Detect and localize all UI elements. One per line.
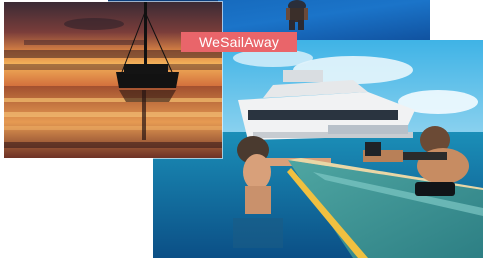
- sunset-catamaran-photo[interactable]: [4, 2, 222, 158]
- brand-badge[interactable]: WeSailAway: [181, 32, 297, 52]
- sunset-catamaran-photo-image: [4, 2, 222, 158]
